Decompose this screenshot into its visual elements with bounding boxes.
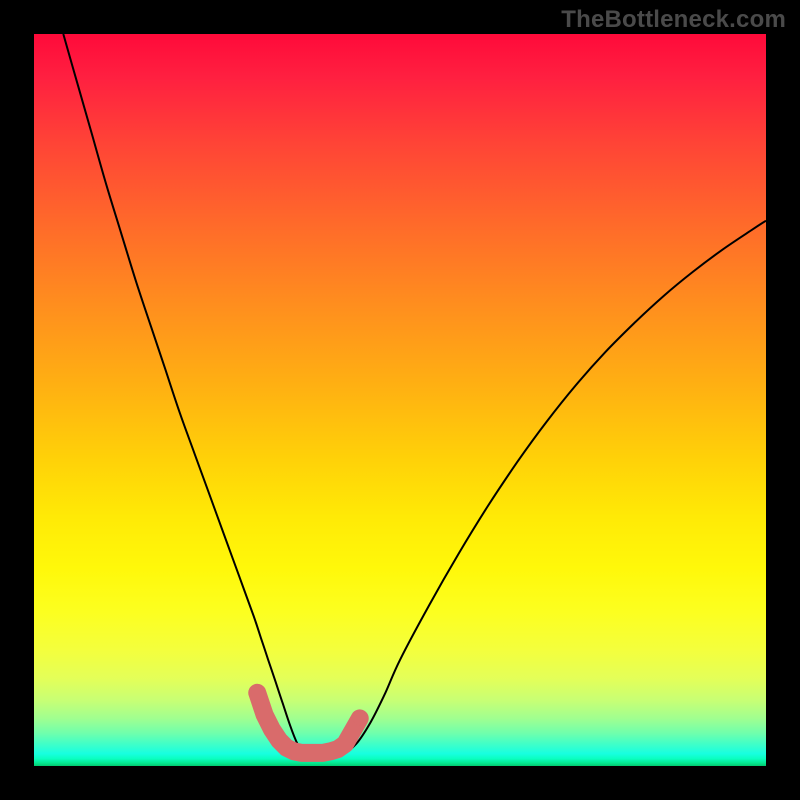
watermark-text: TheBottleneck.com [561,6,786,34]
plot-area [34,34,766,766]
chart-frame: TheBottleneck.com [0,0,800,800]
heat-gradient-background [34,34,766,766]
